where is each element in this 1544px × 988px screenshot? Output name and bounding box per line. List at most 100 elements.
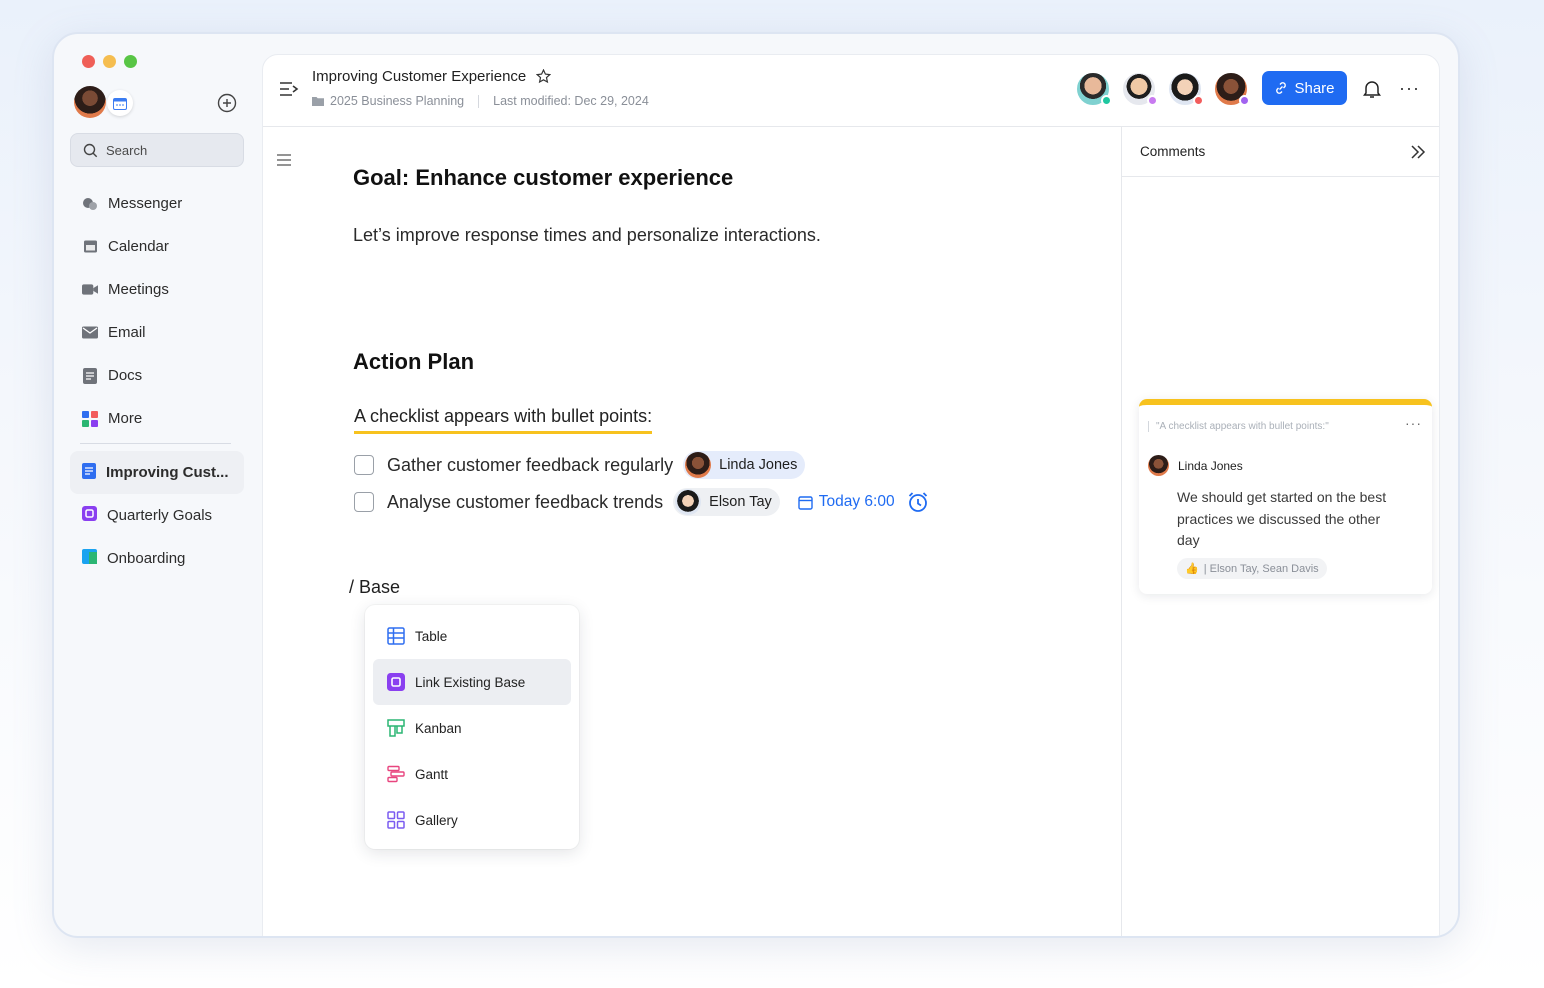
comment-card[interactable]: "A checklist appears with bullet points:… [1139,399,1432,594]
assignee-name: Linda Jones [719,457,798,473]
nav-label: More [108,410,143,427]
task-checkbox[interactable] [354,455,374,475]
task-row: Gather customer feedback regularly Linda… [354,451,806,479]
menu-item-kanban[interactable]: Kanban [373,705,571,751]
folder-name[interactable]: 2025 Business Planning [330,94,464,108]
share-label: Share [1294,79,1335,97]
collaborator-avatar[interactable] [1121,71,1158,107]
last-modified: Last modified: Dec 29, 2024 [493,94,649,108]
assignee-name: Elson Tay [709,494,772,510]
avatar [685,452,712,478]
meta-divider [478,94,480,108]
comment-text: We should get started on the best practi… [1177,489,1387,548]
action-plan-heading[interactable]: Action Plan [353,349,474,375]
link-base-icon [387,673,405,691]
task-text[interactable]: Gather customer feedback regularly [387,455,673,476]
avatar [1148,455,1169,476]
calendar-app-icon[interactable] [107,90,133,116]
menu-item-gantt[interactable]: Gantt [373,751,571,797]
nav-item-meetings[interactable]: Meetings [70,268,244,311]
insert-base-menu: Table Link Existing Base Kanban Gantt Ga… [365,605,579,849]
nav-item-messenger[interactable]: Messenger [70,182,244,225]
status-dot [1239,95,1250,106]
slash-command-text[interactable]: / Base [349,577,400,598]
assignee-mention[interactable]: Elson Tay [673,488,780,516]
due-date[interactable]: Today 6:00 [798,493,895,511]
status-dot [1147,95,1158,106]
calendar-icon [798,495,813,510]
add-icon[interactable] [217,93,237,113]
collaborator-avatar[interactable] [1213,71,1250,107]
gallery-icon [387,811,405,829]
comments-header: Comments [1122,127,1439,177]
gantt-icon [387,765,405,783]
mail-icon [82,325,98,341]
doc-title: Improving Customer Experience [312,68,552,85]
nav-item-calendar[interactable]: Calendar [70,225,244,268]
doc-label: Improving Cust... [106,464,229,481]
doc-item-onboarding[interactable]: Onboarding [70,537,244,580]
menu-item-label: Gallery [415,812,458,828]
nav-item-more[interactable]: More [70,397,244,440]
intro-paragraph[interactable]: Let’s improve response times and persona… [353,225,821,246]
chat-icon [82,196,98,212]
comment-more-icon[interactable]: ··· [1405,415,1422,431]
checklist-title[interactable]: A checklist appears with bullet points: [354,406,653,434]
collaborator-avatar[interactable] [1075,71,1112,107]
nav-item-docs[interactable]: Docs [70,354,244,397]
doc-list: Improving Cust... Quarterly Goals Onboar… [70,451,244,580]
due-date-text: Today 6:00 [818,493,895,510]
search-icon [83,143,98,157]
goal-heading[interactable]: Goal: Enhance customer experience [353,165,733,191]
doc-item-improving[interactable]: Improving Cust... [70,451,244,494]
video-icon [82,282,98,298]
doc-label: Onboarding [107,550,186,567]
nav-label: Calendar [108,238,169,255]
menu-item-label: Link Existing Base [415,674,526,690]
task-row: Analyse customer feedback trends Elson T… [354,488,929,516]
assignee-mention[interactable]: Linda Jones [683,451,806,479]
comment-author-name: Linda Jones [1178,458,1243,473]
slides-icon [82,549,97,568]
collaborator-avatar[interactable] [1167,71,1204,107]
doc-item-quarterly-goals[interactable]: Quarterly Goals [70,494,244,537]
menu-item-table[interactable]: Table [373,613,571,659]
star-icon[interactable] [536,69,552,84]
task-text[interactable]: Analyse customer feedback trends [387,492,663,513]
reactions-badge[interactable]: 👍 | Elson Tay, Sean Davis [1177,558,1327,579]
thumbs-up-icon: 👍 [1185,563,1199,575]
doc-icon [82,367,98,384]
nav-item-email[interactable]: Email [70,311,244,354]
doc-header: Improving Customer Experience 2025 Busin… [263,55,1439,127]
collaborator-avatars [1075,71,1250,107]
comments-panel: Comments "A checklist appears with bulle… [1121,127,1439,936]
menu-item-label: Gantt [415,766,449,782]
comments-title: Comments [1140,144,1206,159]
share-button[interactable]: Share [1262,71,1347,105]
doc-title-text[interactable]: Improving Customer Experience [312,68,526,85]
doc-label: Quarterly Goals [107,507,213,524]
search-input[interactable]: Search [70,133,244,167]
status-dot [1101,95,1112,106]
collapse-panel-icon[interactable] [1409,143,1427,161]
alarm-clock-icon[interactable] [907,491,929,513]
task-checkbox[interactable] [354,492,374,512]
app-window: Search Messenger Calendar Meetings Email [52,32,1460,938]
nav-divider [80,443,231,444]
doc-icon [82,462,96,483]
outline-toggle-icon[interactable] [279,81,301,101]
menu-item-link-existing-base[interactable]: Link Existing Base [373,659,571,705]
user-avatar[interactable] [74,86,106,118]
bell-icon[interactable] [1363,79,1383,99]
editor[interactable]: Goal: Enhance customer experience Let’s … [349,127,1113,936]
calendar-icon [82,239,98,255]
more-options-icon[interactable]: ··· [1399,78,1420,99]
sidebar: Search Messenger Calendar Meetings Email [54,34,259,936]
reactors: | Elson Tay, Sean Davis [1203,562,1319,575]
base-icon [82,506,97,525]
menu-item-gallery[interactable]: Gallery [373,797,571,843]
menu-icon[interactable] [277,153,293,167]
search-placeholder: Search [106,142,148,158]
status-dot [1193,95,1204,106]
doc-meta: 2025 Business Planning Last modified: De… [312,94,649,108]
